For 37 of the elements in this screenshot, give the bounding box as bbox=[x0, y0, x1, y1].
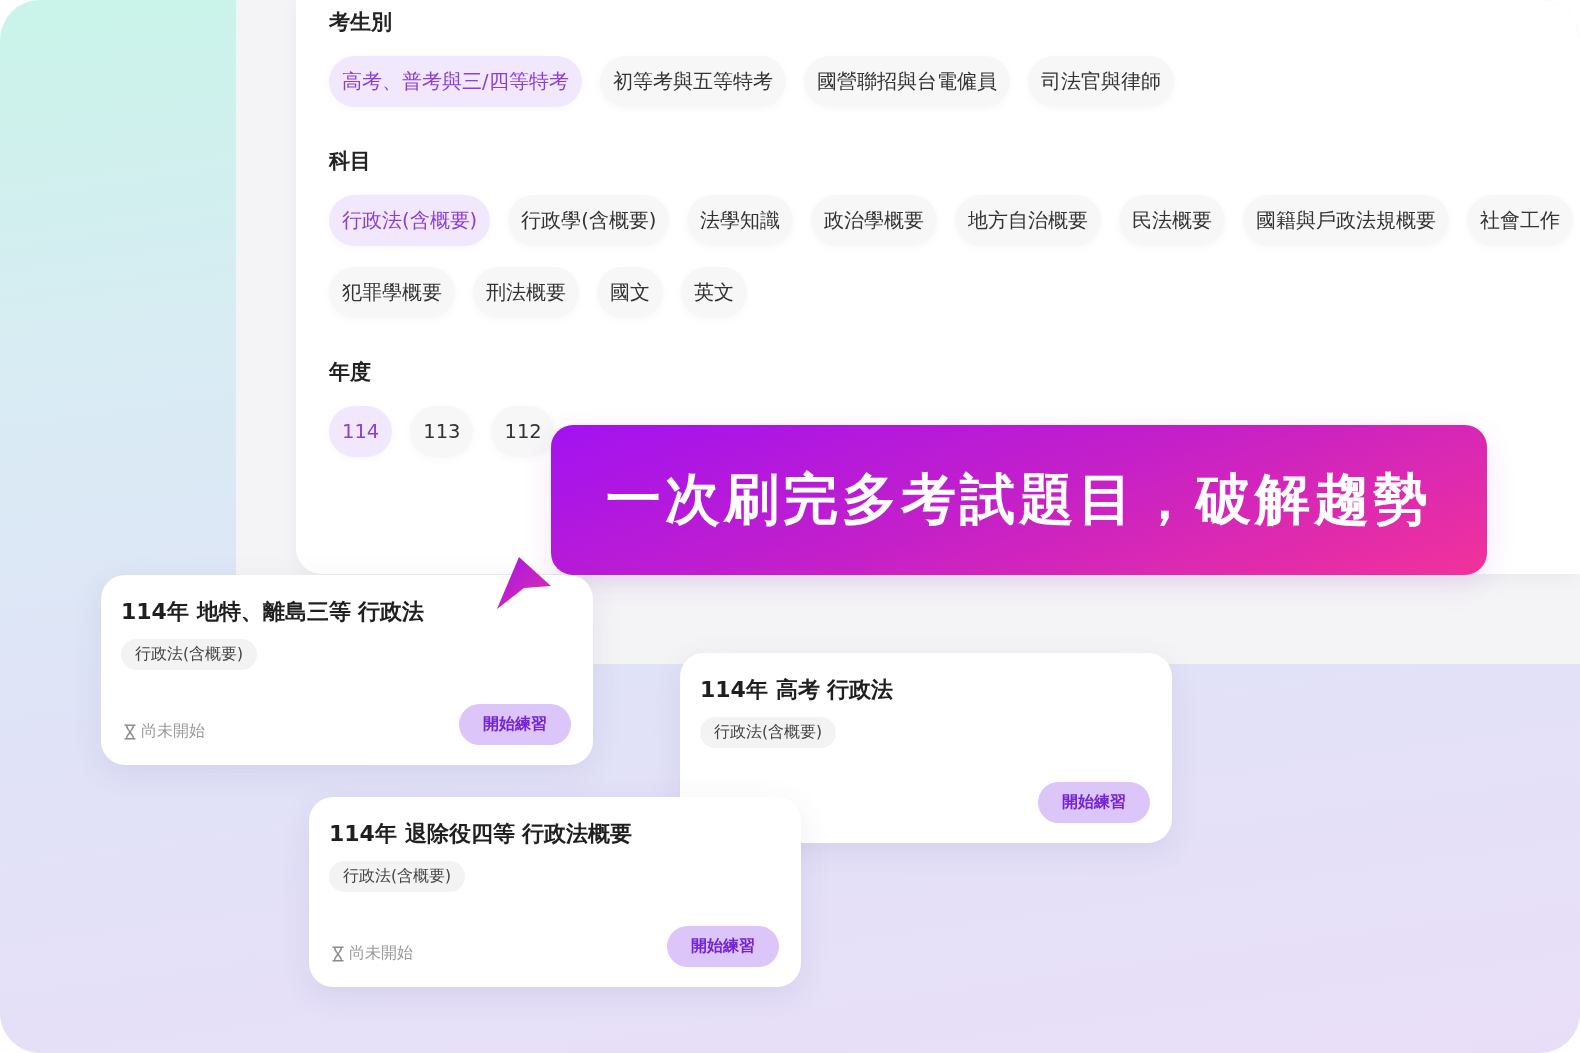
subject-tag: 行政法(含概要) bbox=[121, 639, 258, 670]
exam-title: 114年 高考 行政法 bbox=[700, 676, 894, 704]
hourglass-icon bbox=[124, 723, 136, 740]
filter-chip[interactable]: 司法官與律師 bbox=[1027, 56, 1174, 107]
filter-chip[interactable]: 國營聯招與台電僱員 bbox=[803, 56, 1010, 107]
filter-chip[interactable]: 行政法(含概要) bbox=[329, 195, 491, 246]
section-heading: 科目 bbox=[329, 148, 371, 175]
status-text: 尚未開始 bbox=[349, 943, 413, 964]
filter-chip[interactable]: 地方自治概要 bbox=[955, 195, 1102, 246]
filter-chip[interactable]: 國籍與戶政法規概要 bbox=[1243, 195, 1450, 246]
hourglass-icon bbox=[332, 945, 344, 962]
filter-chip[interactable]: 刑法概要 bbox=[473, 267, 579, 318]
filter-chip[interactable]: 113 bbox=[410, 406, 474, 457]
pointer-arrow-icon bbox=[497, 557, 551, 609]
section-heading: 考生別 bbox=[329, 9, 392, 36]
filter-chip[interactable]: 高考、普考與三/四等特考 bbox=[329, 56, 582, 107]
exam-title: 114年 退除役四等 行政法概要 bbox=[329, 820, 633, 848]
filter-chip[interactable]: 國文 bbox=[597, 267, 663, 318]
filter-chip[interactable]: 114 bbox=[329, 406, 393, 457]
filter-chip[interactable]: 法學知識 bbox=[687, 195, 794, 246]
filter-chip[interactable]: 英文 bbox=[681, 267, 747, 318]
filter-chip[interactable]: 政治學概要 bbox=[811, 195, 938, 246]
section-heading: 年度 bbox=[329, 359, 371, 386]
start-practice-button[interactable]: 開始練習 bbox=[1038, 782, 1150, 823]
start-practice-button[interactable]: 開始練習 bbox=[667, 926, 779, 967]
headline-text: 一次刷完多考試題目，破解趨勢 bbox=[606, 466, 1432, 533]
exam-title: 114年 地特、離島三等 行政法 bbox=[121, 598, 425, 626]
filter-chip[interactable]: 犯罪學概要 bbox=[329, 267, 455, 318]
subject-tag: 行政法(含概要) bbox=[329, 861, 466, 892]
filter-chip[interactable]: 112 bbox=[491, 406, 555, 457]
filter-chip[interactable]: 民法概要 bbox=[1119, 195, 1226, 246]
status-text: 尚未開始 bbox=[141, 721, 205, 742]
filter-chip[interactable]: 行政學(含概要) bbox=[508, 195, 670, 246]
subject-tag: 行政法(含概要) bbox=[700, 717, 837, 748]
start-practice-button[interactable]: 開始練習 bbox=[459, 704, 571, 745]
filter-chip[interactable]: 初等考與五等特考 bbox=[599, 56, 786, 107]
filter-chip[interactable]: 社會工作 bbox=[1467, 195, 1574, 246]
